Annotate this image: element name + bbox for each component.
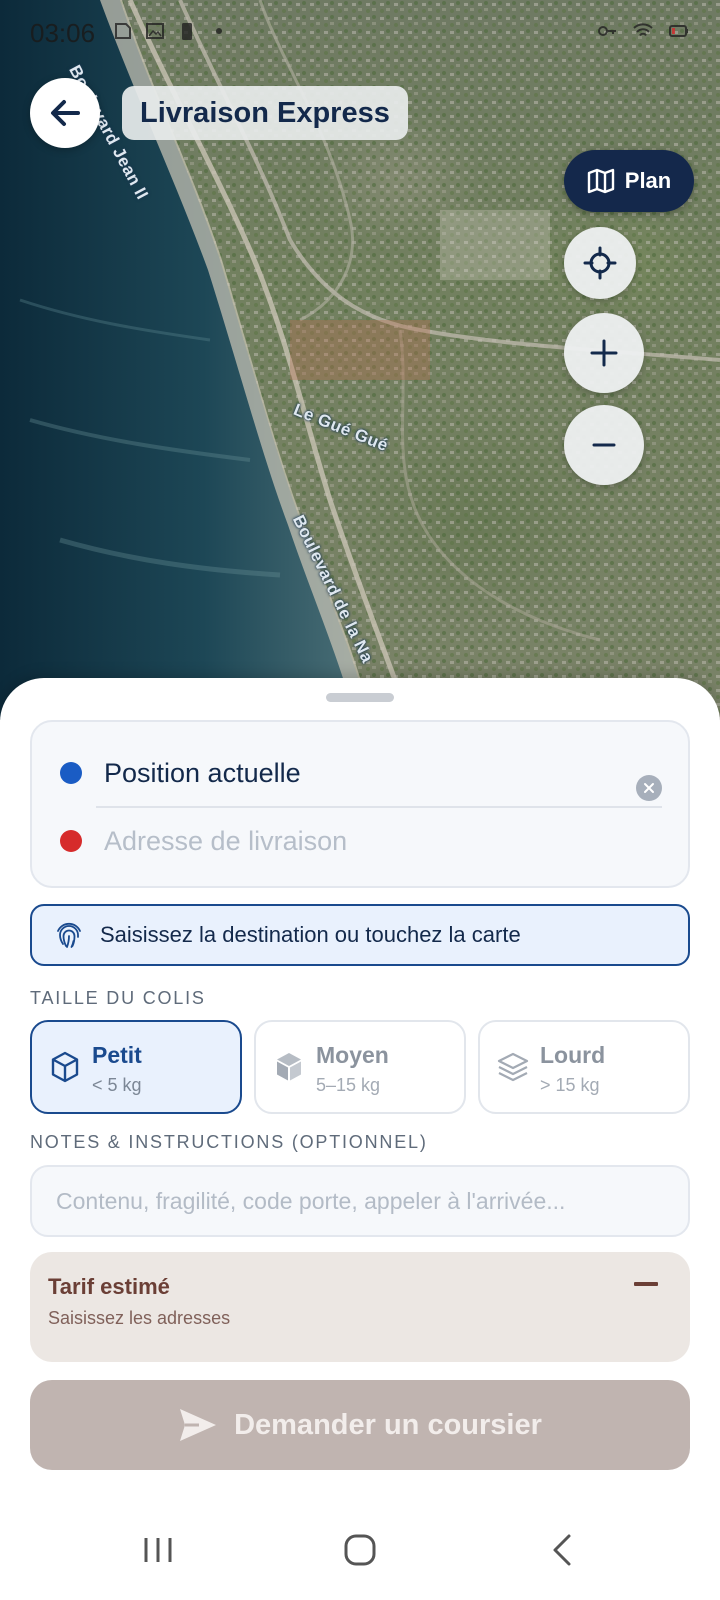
- arrow-left-icon: [51, 100, 80, 126]
- notes-label: NOTES & INSTRUCTIONS (OPTIONNEL): [30, 1132, 428, 1152]
- image-icon: [146, 23, 164, 39]
- request-courier-label: Demander un coursier: [234, 1408, 542, 1441]
- box-outline-icon: [51, 1051, 79, 1083]
- destination-placeholder: Adresse de livraison: [104, 825, 348, 856]
- request-courier-button[interactable]: Demander un coursier: [30, 1380, 690, 1470]
- sim-icon: [115, 23, 131, 39]
- destination-field[interactable]: Adresse de livraison: [32, 806, 692, 876]
- back-button[interactable]: [30, 78, 100, 148]
- clear-origin-button[interactable]: [636, 775, 662, 801]
- hint-text: Saisissez la destination ou touchez la c…: [100, 922, 521, 947]
- key-icon: [598, 26, 616, 36]
- back-icon: [553, 1534, 571, 1566]
- crosshair-icon: [583, 246, 617, 280]
- map-icon: [587, 168, 614, 194]
- box-solid-icon: [277, 1053, 301, 1081]
- recents-button[interactable]: [128, 1520, 188, 1580]
- size-option-name: Petit: [92, 1042, 142, 1068]
- status-bar: 03:06: [0, 0, 720, 64]
- zoom-out-button[interactable]: [564, 405, 644, 485]
- minus-icon: [592, 443, 616, 447]
- locate-button[interactable]: [564, 227, 636, 299]
- close-circle-icon: [644, 783, 654, 793]
- size-option-weight: > 15 kg: [540, 1075, 600, 1095]
- size-option-weight: < 5 kg: [92, 1075, 142, 1095]
- plus-icon: [590, 339, 618, 367]
- size-option-moyen[interactable]: Moyen 5–15 kg: [254, 1020, 466, 1114]
- dot-icon: [216, 28, 222, 34]
- fingerprint-icon: [57, 922, 81, 948]
- fare-subtitle: Saisissez les adresses: [48, 1308, 231, 1328]
- size-option-weight: 5–15 kg: [316, 1075, 381, 1095]
- page-title: Livraison Express: [122, 86, 408, 140]
- system-nav-bar: [0, 1500, 720, 1600]
- destination-dot: [60, 830, 82, 852]
- origin-value: Position actuelle: [104, 757, 301, 788]
- layers-icon: [497, 1052, 529, 1082]
- plan-label: Plan: [624, 168, 672, 193]
- notes-input[interactable]: [30, 1165, 690, 1237]
- size-option-name: Moyen: [316, 1042, 389, 1068]
- fare-estimate-card: Tarif estimé Saisissez les adresses: [30, 1252, 690, 1362]
- home-icon: [344, 1534, 376, 1566]
- status-right-icons: [596, 20, 690, 42]
- origin-field[interactable]: Position actuelle: [32, 738, 692, 808]
- bottom-sheet: Position actuelle Adresse de livraison S…: [0, 678, 720, 1600]
- battery-low-icon: [669, 25, 688, 37]
- route-card: Position actuelle Adresse de livraison: [30, 720, 690, 888]
- fare-value-dash: [634, 1282, 658, 1286]
- sheet-drag-handle[interactable]: [326, 693, 394, 702]
- fare-title: Tarif estimé: [48, 1274, 170, 1299]
- size-option-petit[interactable]: Petit < 5 kg: [30, 1020, 242, 1114]
- size-option-lourd[interactable]: Lourd > 15 kg: [478, 1020, 690, 1114]
- battery-saver-icon: [182, 23, 192, 40]
- status-time: 03:06: [30, 18, 96, 48]
- zoom-in-button[interactable]: [564, 313, 644, 393]
- send-icon: [180, 1409, 217, 1441]
- status-left-icons: [112, 20, 230, 42]
- recents-icon: [144, 1538, 172, 1562]
- plan-toggle-button[interactable]: Plan: [564, 150, 694, 212]
- size-option-name: Lourd: [540, 1042, 606, 1068]
- origin-dot: [60, 762, 82, 784]
- wifi-icon: [633, 23, 653, 37]
- home-button[interactable]: [330, 1520, 390, 1580]
- destination-hint: Saisissez la destination ou touchez la c…: [30, 904, 690, 966]
- nav-back-button[interactable]: [532, 1520, 592, 1580]
- package-size-label: TAILLE DU COLIS: [30, 988, 206, 1008]
